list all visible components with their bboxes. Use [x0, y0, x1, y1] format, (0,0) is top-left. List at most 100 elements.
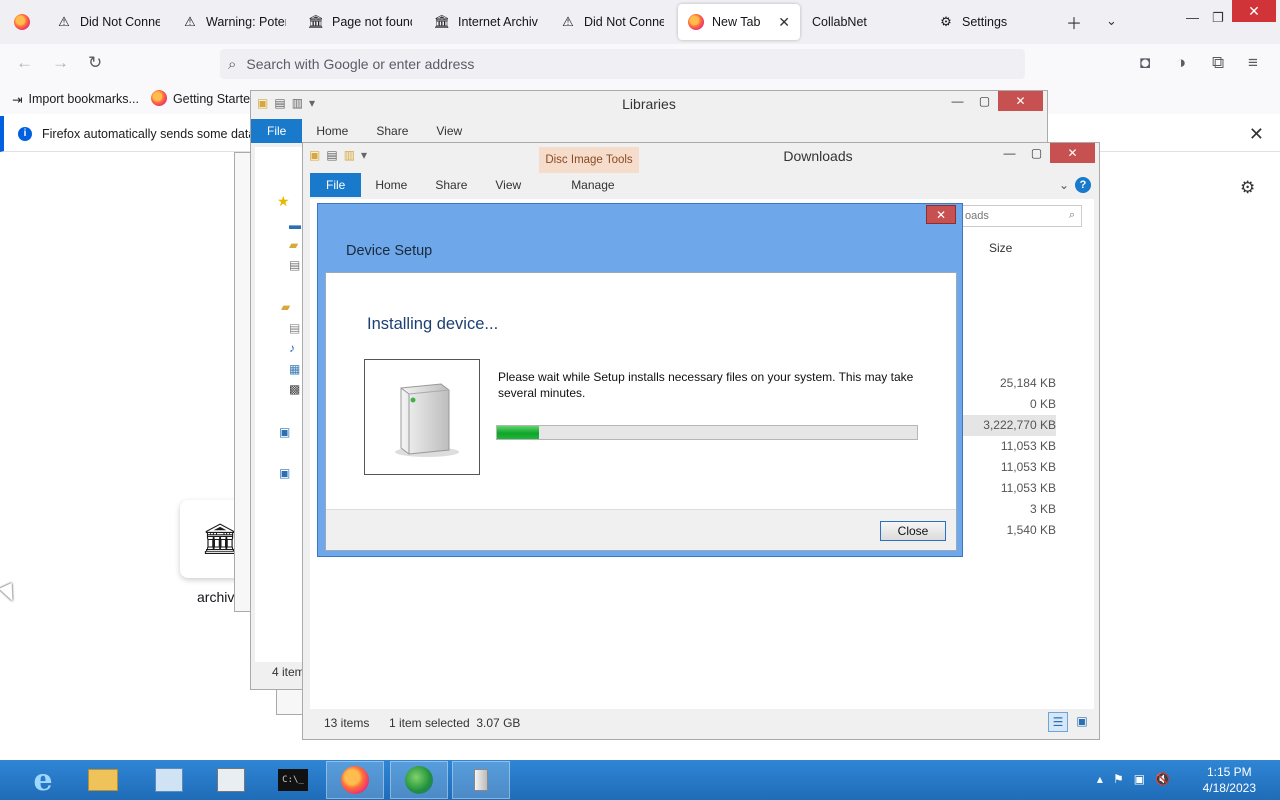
- firefox-menu-tab[interactable]: [4, 4, 40, 40]
- firefox-taskbar-button[interactable]: [326, 761, 384, 799]
- minimize-icon[interactable]: —: [944, 91, 971, 111]
- close-icon[interactable]: ✕: [1050, 143, 1095, 163]
- extensions-icon[interactable]: ⧉: [1212, 53, 1224, 73]
- server-manager-icon: [155, 768, 183, 792]
- tab-did-not-connect-1[interactable]: ⚠ Did Not Conne: [46, 4, 170, 40]
- properties-icon[interactable]: ▤: [326, 148, 337, 162]
- details-view-icon[interactable]: ☰: [1048, 712, 1068, 732]
- tab-home[interactable]: Home: [361, 173, 421, 197]
- tab-home[interactable]: Home: [302, 119, 362, 143]
- forward-arrow-icon[interactable]: →: [52, 53, 69, 73]
- minimize-icon[interactable]: —: [1186, 10, 1199, 25]
- info-icon: i: [18, 126, 32, 141]
- clock-date: 4/18/2023: [1202, 781, 1256, 795]
- ribbon-tabs: File Home Share View Manage ⌄ ?: [303, 173, 1099, 197]
- internet-explorer-button[interactable]: e: [14, 761, 72, 799]
- bookmark-label: Getting Started: [172, 92, 258, 106]
- progress-fill: [497, 426, 539, 439]
- network-taskbar-button[interactable]: [390, 761, 448, 799]
- tab-internet-archive[interactable]: 🏛 Internet Archive: [424, 4, 548, 40]
- status-selection: 1 item selected 3.07 GB: [389, 716, 521, 730]
- firefox-logo-icon: [14, 14, 30, 30]
- dialog-heading: Installing device...: [367, 315, 499, 333]
- tab-share[interactable]: Share: [362, 119, 422, 143]
- window-controls: — ▢ ✕: [996, 143, 1095, 163]
- server-manager-button[interactable]: [140, 761, 198, 799]
- maximize-icon[interactable]: ▢: [971, 91, 998, 111]
- tab-manage[interactable]: Manage: [543, 173, 642, 197]
- close-notification-icon[interactable]: ✕: [1249, 124, 1264, 145]
- restore-icon[interactable]: ❐: [1212, 10, 1224, 26]
- close-button[interactable]: Close: [880, 521, 946, 541]
- tab-file[interactable]: File: [310, 173, 362, 197]
- new-folder-icon[interactable]: ▥: [344, 148, 355, 162]
- tab-settings[interactable]: ⚙ Settings: [928, 4, 1052, 40]
- ribbon-tabs: File Home Share View: [251, 119, 1047, 143]
- ribbon-expand-chevron-icon[interactable]: ⌄: [1059, 178, 1069, 192]
- performance-monitor-button[interactable]: [202, 761, 260, 799]
- menu-hamburger-icon[interactable]: ≡: [1248, 53, 1258, 73]
- install-progress-bar: [496, 425, 918, 440]
- tab-view[interactable]: View: [422, 119, 476, 143]
- tab-label: Did Not Conne: [80, 15, 160, 29]
- help-icon[interactable]: ?: [1075, 177, 1091, 193]
- close-window-icon[interactable]: ✕: [1232, 0, 1276, 22]
- taskbar: e C:\_ ▴ ⚑ ▣ 🔇 1:15 PM 4/18/2023: [0, 760, 1280, 800]
- size-cell: 3,222,770 KB: [950, 415, 1056, 436]
- new-tab-plus-icon[interactable]: ＋: [1066, 10, 1082, 34]
- bookmark-getting-started[interactable]: Getting Started: [150, 89, 258, 109]
- warning-icon: ⚠: [184, 14, 196, 29]
- customize-chevron-icon[interactable]: ▾: [361, 148, 367, 162]
- tab-warning-potential[interactable]: ⚠ Warning: Poten: [172, 4, 296, 40]
- tab-new-tab[interactable]: New Tab ✕: [678, 4, 800, 40]
- tab-page-not-found[interactable]: 🏛 Page not found: [298, 4, 422, 40]
- size-cell: 0 KB: [1029, 397, 1056, 411]
- bookmark-import[interactable]: ⇥ Import bookmarks...: [12, 92, 139, 107]
- minimize-icon[interactable]: —: [996, 143, 1023, 163]
- maximize-icon[interactable]: ▢: [1023, 143, 1050, 163]
- network-icon: ▣: [279, 466, 291, 480]
- list-all-tabs-chevron-icon[interactable]: ⌄: [1106, 13, 1117, 29]
- large-icons-view-icon[interactable]: ▣: [1072, 712, 1092, 732]
- reload-icon[interactable]: ↻: [88, 53, 102, 73]
- quick-access-toolbar: ▣ ▤ ▥ ▾: [309, 148, 367, 162]
- dialog-message: Please wait while Setup installs necessa…: [498, 370, 914, 400]
- device-setup-taskbar-button[interactable]: [452, 761, 510, 799]
- close-icon[interactable]: ✕: [998, 91, 1043, 111]
- search-box[interactable]: oads ⌕: [960, 205, 1082, 227]
- size-cell: 11,053 KB: [1000, 439, 1056, 453]
- dialog-content: Installing device... Please wait while S…: [326, 273, 956, 510]
- music-icon: ♪: [289, 341, 295, 355]
- close-tab-icon[interactable]: ✕: [778, 14, 790, 31]
- file-explorer-button[interactable]: [74, 761, 132, 799]
- dialog-close-icon[interactable]: ✕: [926, 205, 956, 224]
- tab-file[interactable]: File: [251, 119, 303, 143]
- volume-muted-icon[interactable]: 🔇: [1155, 772, 1170, 786]
- network-status-icon[interactable]: ▣: [1134, 772, 1145, 786]
- mouse-cursor-icon: [0, 582, 19, 605]
- device-tower-icon: [395, 383, 459, 457]
- dialog-body: Installing device... Please wait while S…: [325, 272, 957, 551]
- pocket-icon[interactable]: ◘: [1140, 53, 1150, 73]
- action-center-flag-icon[interactable]: ⚑: [1113, 772, 1124, 786]
- tab-view[interactable]: View: [481, 173, 535, 197]
- firefox-logo-icon: [341, 766, 369, 794]
- new-tab-settings-gear-icon[interactable]: ⚙: [1240, 178, 1255, 198]
- contextual-tab-group: Disc Image Tools: [539, 147, 639, 173]
- tab-label: Settings: [962, 15, 1008, 29]
- firefox-logo-icon: [688, 14, 704, 30]
- search-icon: ⌕: [1068, 209, 1075, 221]
- clock[interactable]: 1:15 PM 4/18/2023: [1203, 764, 1256, 796]
- downloads-title-bar: ▣ ▤ ▥ ▾ Downloads: [303, 143, 1099, 169]
- tab-did-not-connect-2[interactable]: ⚠ Did Not Conne: [550, 4, 674, 40]
- column-header-size[interactable]: Size: [989, 241, 1012, 255]
- command-prompt-button[interactable]: C:\_: [264, 761, 322, 799]
- tab-collabnet[interactable]: CollabNet: [802, 4, 926, 40]
- account-icon[interactable]: ◑: [1176, 53, 1186, 73]
- url-bar[interactable]: ⌕ Search with Google or enter address: [220, 49, 1025, 79]
- tab-share[interactable]: Share: [421, 173, 481, 197]
- show-hidden-icons-icon[interactable]: ▴: [1097, 772, 1103, 786]
- back-arrow-icon[interactable]: ←: [16, 53, 33, 73]
- archive-icon: 🏛: [307, 14, 325, 29]
- size-cell: 11,053 KB: [1000, 481, 1056, 495]
